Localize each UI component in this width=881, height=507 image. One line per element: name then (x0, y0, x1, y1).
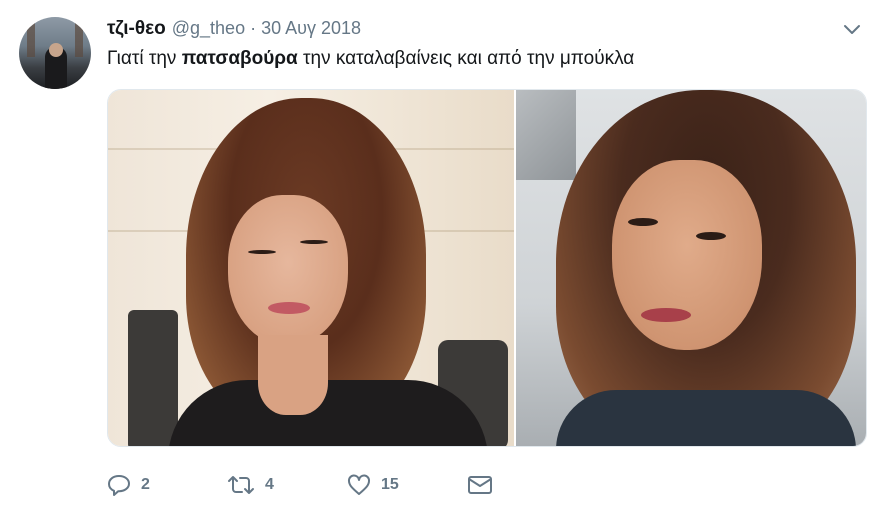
avatar[interactable] (19, 17, 91, 89)
eye-right (695, 232, 726, 240)
tweet-text-bold: πατσαβούρα (181, 48, 298, 69)
retweet-count: 4 (265, 476, 274, 493)
tweet-text: Γιατί την πατσαβούρα την καταλαβαίνεις κ… (107, 48, 634, 70)
tweet-header: τζι-θεο @g_theo · 30 Αυγ 2018 (107, 18, 361, 44)
chair-left (128, 310, 178, 446)
like-count: 15 (381, 476, 399, 493)
tweet: τζι-θεο @g_theo · 30 Αυγ 2018 Γιατί την … (0, 0, 881, 507)
tweet-text-before: Γιατί την (107, 48, 182, 69)
display-name[interactable]: τζι-θεο (107, 18, 166, 40)
face (611, 160, 762, 350)
lips (268, 302, 310, 314)
top (555, 390, 856, 446)
eye-left (627, 218, 658, 226)
neck (258, 335, 328, 415)
retweet-button[interactable]: 4 (227, 474, 347, 496)
like-button[interactable]: 15 (347, 474, 467, 496)
separator: · (250, 18, 257, 38)
direct-message-button[interactable] (467, 474, 493, 496)
tweet-media (107, 89, 867, 447)
tweet-date[interactable]: 30 Αυγ 2018 (261, 18, 361, 39)
reply-icon (107, 474, 131, 496)
tweet-text-after: την καταλαβαίνεις και από την μπούκλα (297, 48, 635, 69)
user-handle[interactable]: @g_theo (172, 18, 245, 39)
jacket (168, 380, 488, 446)
eye-right (300, 240, 328, 244)
lips (640, 308, 691, 322)
reply-button[interactable]: 2 (107, 474, 227, 496)
chevron-down-icon[interactable] (842, 22, 862, 38)
reply-count: 2 (141, 476, 150, 493)
retweet-icon (227, 474, 255, 496)
heart-icon (347, 474, 371, 496)
tweet-actions: 2 4 15 (107, 470, 493, 500)
face (228, 195, 348, 345)
background-object (515, 90, 576, 180)
envelope-icon (467, 474, 493, 496)
photo-right[interactable] (515, 90, 866, 446)
photo-left[interactable] (108, 90, 514, 446)
avatar-head (49, 43, 63, 57)
eye-left (248, 250, 276, 254)
